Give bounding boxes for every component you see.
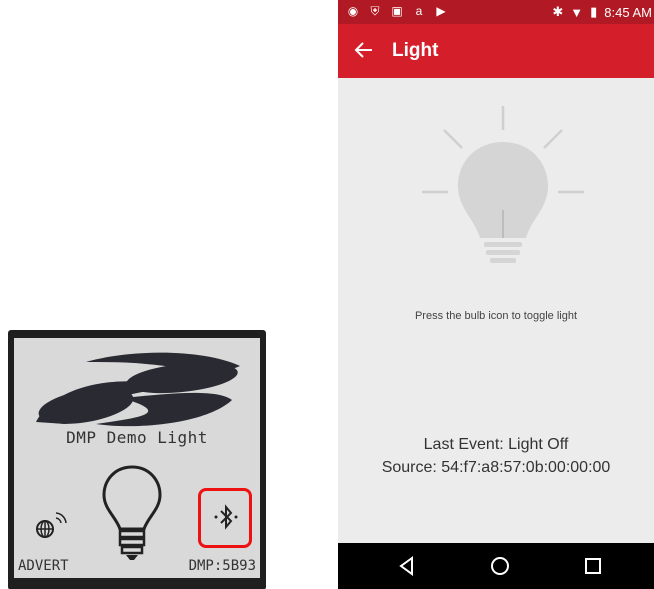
last-event-label: Last Event: Light Off <box>423 436 569 453</box>
lcd-title: DMP Demo Light <box>66 428 208 447</box>
battery-icon: ▮ <box>590 4 598 19</box>
lightbulb-toggle-icon[interactable] <box>418 100 588 280</box>
navigation-bar <box>338 543 654 589</box>
lcd-device-photo: DMP Demo Light ADVERT DMP:5B93 <box>8 330 266 589</box>
nav-recents-icon[interactable] <box>582 555 604 577</box>
event-source-label: Source: 54:f7:a8:57:0b:00:00:00 <box>381 459 611 476</box>
back-arrow-icon[interactable] <box>352 38 376 62</box>
phone-screen: ◉ ⛨ ▣ a ▶ ✱ ▼ ▮ 8:45 AM Light Press the … <box>338 0 654 589</box>
bluetooth-highlight <box>198 488 252 548</box>
status-time: 8:45 AM <box>604 4 652 20</box>
wireless-globe-icon <box>36 512 67 538</box>
app-bar: Light <box>338 24 654 78</box>
wifi-icon: ▼ <box>570 4 584 20</box>
play-icon: ▶ <box>436 4 446 18</box>
bluetooth-icon <box>214 504 238 530</box>
amazon-icon: a <box>415 4 423 18</box>
lcd-status-left: ADVERT <box>18 558 69 574</box>
status-icons-right: ✱ ▼ ▮ 8:45 AM <box>552 4 652 20</box>
chrome-icon: ◉ <box>347 4 359 18</box>
lightbulb-icon <box>102 465 162 560</box>
page-title: Light <box>392 40 439 61</box>
bluetooth-icon: ✱ <box>552 4 564 19</box>
toggle-hint: Press the bulb icon to toggle light <box>414 310 578 322</box>
shield-icon: ⛨ <box>370 4 380 18</box>
lcd-screen: DMP Demo Light ADVERT DMP:5B93 <box>14 338 260 578</box>
image-icon: ▣ <box>391 4 403 18</box>
silabs-logo-icon <box>36 352 240 427</box>
status-icons-left: ◉ ⛨ ▣ a ▶ <box>346 4 448 18</box>
nav-home-icon[interactable] <box>489 555 511 577</box>
nav-back-icon[interactable] <box>396 555 418 577</box>
lcd-status-right: DMP:5B93 <box>188 558 256 574</box>
status-bar: ◉ ⛨ ▣ a ▶ ✱ ▼ ▮ 8:45 AM <box>338 0 654 24</box>
